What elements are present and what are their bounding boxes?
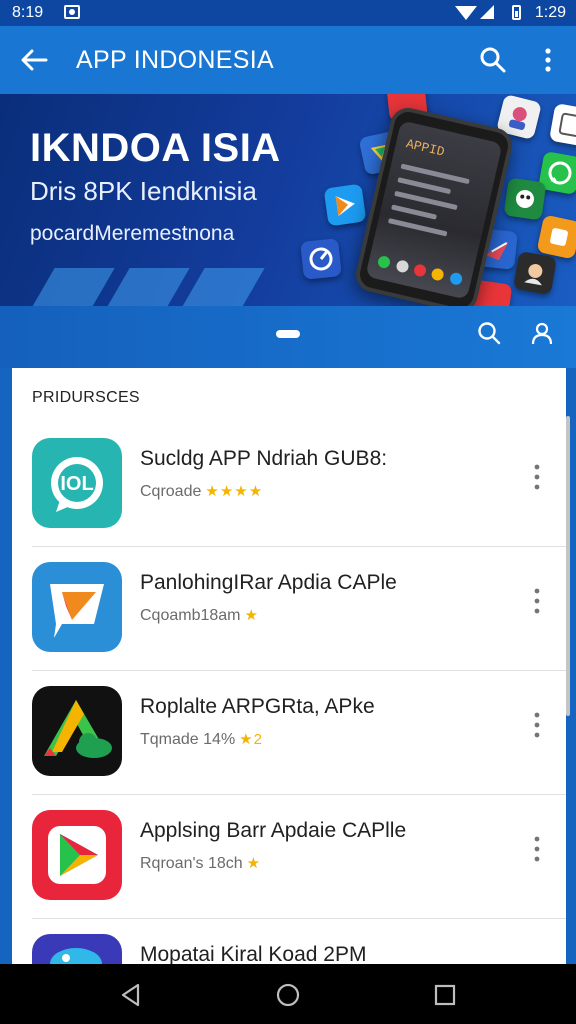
system-nav-bar <box>0 964 576 1024</box>
divider <box>32 918 566 919</box>
chat-bubble-icon: IOL <box>32 438 122 528</box>
promo-banner[interactable]: IKNDOA ISIA Dris 8PK Iendknisia pocardMe… <box>0 94 576 368</box>
wifi-icon <box>455 6 477 20</box>
floating-app-icon <box>323 183 367 227</box>
play-triangle-icon <box>32 810 122 900</box>
dock-app-icon <box>448 271 464 286</box>
floating-app-icon <box>536 214 576 260</box>
phone-screen-row <box>391 204 437 220</box>
app-list-panel: PRIDURSCES IOL Sucldg APP Ndriah GUB8: C… <box>12 368 566 964</box>
search-icon[interactable] <box>478 45 508 75</box>
status-clock: 1:29 <box>534 4 566 21</box>
phone-screen: APPID <box>365 120 503 300</box>
app-list-item[interactable]: IOL Sucldg APP Ndriah GUB8: Cqroade ★★★★ <box>12 430 566 554</box>
rating-stars: ★ <box>244 607 259 624</box>
drive-cloud-icon <box>32 686 122 776</box>
profile-icon[interactable] <box>530 320 554 346</box>
signal-icon <box>480 5 494 19</box>
floating-app-icon <box>548 102 576 148</box>
app-list-item[interactable]: Roplalte ARPGRta, APke Tqmade 14% ★2 <box>12 678 566 802</box>
banner-headline: IKNDOA ISIA <box>30 126 281 170</box>
circle-home-icon[interactable] <box>275 982 301 1008</box>
app-meta-text: Tqmade 14% <box>140 731 236 748</box>
more-vert-icon[interactable] <box>530 586 544 616</box>
search-icon[interactable] <box>476 320 502 346</box>
notification-icon <box>64 5 80 19</box>
phone-screen-row <box>387 218 448 237</box>
more-vert-icon[interactable] <box>530 834 544 864</box>
app-bar: APP INDONESIA <box>0 26 576 94</box>
phone-screen-text: APPID <box>404 136 446 160</box>
dock-app-icon <box>376 254 392 270</box>
battery-icon <box>512 5 521 20</box>
app-list-item[interactable]: Mopatai Kiral Koad 2PM <box>12 926 566 964</box>
dock-app-icon <box>394 259 410 274</box>
floating-app-icon <box>503 177 547 221</box>
paper-plane-icon <box>32 562 122 652</box>
app-meta-text: Cqoamb18am <box>140 607 241 624</box>
status-time: 8:19 <box>12 4 44 21</box>
app-name: Applsing Barr Apdaie CAPlle <box>140 819 407 842</box>
app-meta: Tqmade 14% ★2 <box>140 730 263 749</box>
app-name: Roplalte ARPGRta, APke <box>140 695 375 718</box>
app-name: PanlohingIRar Apdia CAPle <box>140 571 397 594</box>
app-name: Mopatai Kiral Koad 2PM <box>140 943 367 964</box>
more-vert-icon[interactable] <box>530 710 544 740</box>
rating-stars: ★2 <box>239 731 263 748</box>
floating-app-icon <box>300 238 342 280</box>
banner-subheadline: Dris 8PK Iendknisia <box>30 176 257 206</box>
square-recents-icon[interactable] <box>432 982 458 1008</box>
arrow-left-icon[interactable] <box>18 46 50 74</box>
divider <box>32 546 566 547</box>
app-list-item[interactable]: Applsing Barr Apdaie CAPlle Rqroan's 18c… <box>12 802 566 926</box>
app-meta: Cqoamb18am ★ <box>140 606 259 625</box>
phone-screen-row <box>397 177 452 195</box>
divider <box>32 794 566 795</box>
page-title: APP INDONESIA <box>76 46 274 74</box>
status-bar: 8:19 1:29 <box>0 0 576 26</box>
app-meta: Rqroan's 18ch ★ <box>140 854 261 873</box>
floating-app-icon <box>512 250 558 296</box>
phone-dock <box>373 254 466 290</box>
app-name: Sucldg APP Ndriah GUB8: <box>140 447 388 470</box>
app-meta: Cqroade ★★★★ <box>140 482 263 501</box>
bird-icon <box>32 934 122 964</box>
dock-app-icon <box>412 263 428 278</box>
rating-stars: ★★★★ <box>205 483 264 500</box>
app-list-item[interactable]: PanlohingIRar Apdia CAPle Cqoamb18am ★ <box>12 554 566 678</box>
rating-stars: ★ <box>246 855 262 872</box>
divider <box>32 670 566 671</box>
dock-app-icon <box>430 267 446 282</box>
triangle-back-icon[interactable] <box>118 982 144 1008</box>
scrollbar[interactable] <box>566 416 570 716</box>
carousel-indicator[interactable] <box>276 330 300 338</box>
more-vert-icon[interactable] <box>530 462 544 492</box>
app-meta-text: Rqroan's 18ch <box>140 855 243 872</box>
svg-text:IOL: IOL <box>60 473 93 495</box>
section-title: PRIDURSCES <box>32 389 140 406</box>
more-vert-icon[interactable] <box>538 46 558 74</box>
banner-tagline: pocardMeremestnona <box>30 222 235 245</box>
app-meta-text: Cqroade <box>140 483 202 500</box>
